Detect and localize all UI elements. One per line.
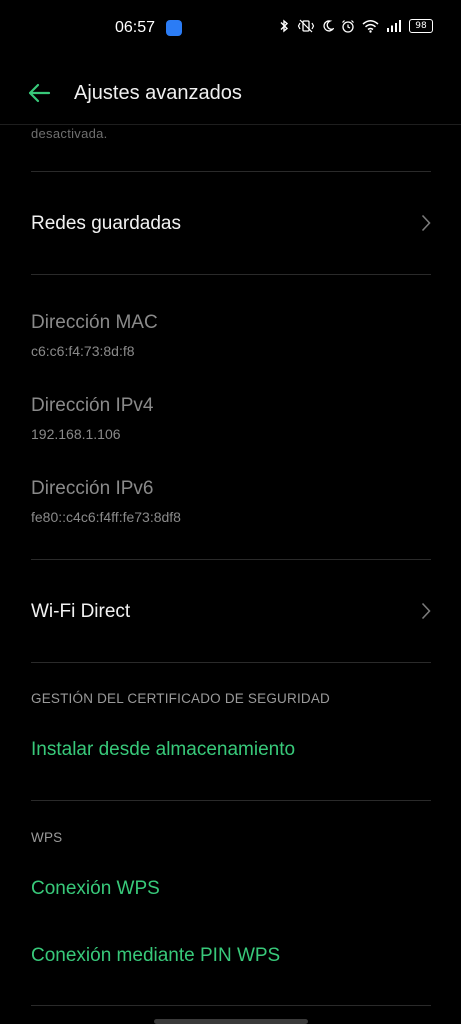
- back-arrow-icon[interactable]: [27, 82, 51, 104]
- page-title: Ajustes avanzados: [74, 82, 242, 104]
- saved-networks-label: Redes guardadas: [31, 213, 181, 234]
- install-from-storage-button[interactable]: Instalar desde almacenamiento: [31, 739, 295, 761]
- divider: [31, 800, 431, 801]
- wifi-icon: [362, 20, 379, 33]
- wps-section-header: WPS: [31, 830, 63, 845]
- status-icons: 98: [278, 19, 433, 33]
- chevron-right-icon: [421, 214, 431, 232]
- ipv4-address-value: 192.168.1.106: [31, 426, 121, 442]
- wifi-direct-label: Wi-Fi Direct: [31, 601, 131, 622]
- app-bar: Ajustes avanzados: [0, 62, 461, 125]
- mac-address-label: Dirección MAC: [31, 312, 158, 333]
- divider: [31, 1005, 431, 1006]
- wifi-direct-row[interactable]: Wi-Fi Direct: [0, 560, 461, 662]
- wps-connect-button[interactable]: Conexión WPS: [31, 878, 160, 900]
- status-time: 06:57: [115, 19, 156, 36]
- clipped-description: desactivada.: [31, 126, 108, 141]
- battery-icon: 98: [409, 19, 433, 33]
- ipv6-address-label: Dirección IPv6: [31, 478, 154, 499]
- ipv6-address-value: fe80::c4c6:f4ff:fe73:8df8: [31, 509, 181, 525]
- chevron-right-icon: [421, 602, 431, 620]
- home-indicator[interactable]: [154, 1019, 308, 1024]
- bluetooth-icon: [280, 19, 289, 33]
- app-notification-icon: [166, 20, 182, 36]
- mac-address-value: c6:c6:f4:73:8d:f8: [31, 343, 135, 359]
- alarm-icon: [342, 20, 354, 33]
- divider: [31, 274, 431, 275]
- status-bar: 06:57 98: [0, 0, 461, 58]
- vibrate-icon: [297, 19, 315, 33]
- divider: [31, 662, 431, 663]
- wps-pin-connect-button[interactable]: Conexión mediante PIN WPS: [31, 945, 280, 967]
- signal-icon: [387, 20, 401, 32]
- saved-networks-row[interactable]: Redes guardadas: [0, 172, 461, 274]
- cert-section-header: GESTIÓN DEL CERTIFICADO DE SEGURIDAD: [31, 691, 330, 706]
- do-not-disturb-icon: [323, 20, 334, 32]
- ipv4-address-label: Dirección IPv4: [31, 395, 154, 416]
